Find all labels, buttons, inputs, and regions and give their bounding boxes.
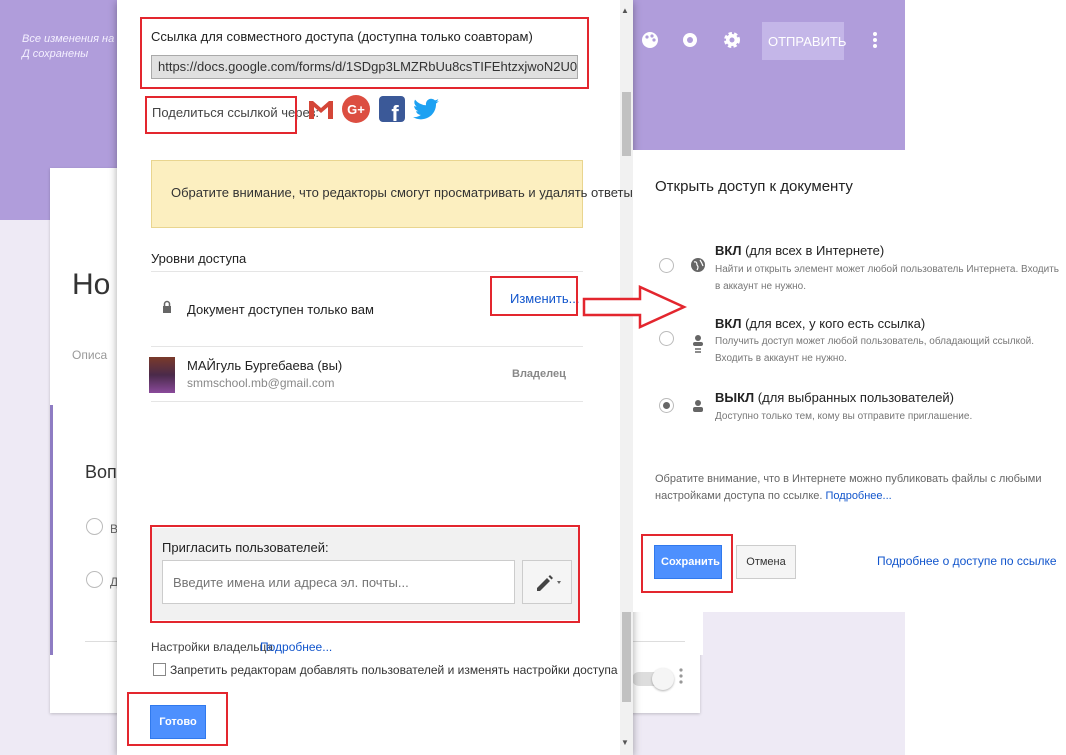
globe-icon <box>690 257 706 273</box>
editors-warning-text: Обратите внимание, что редакторы смогут … <box>171 185 633 200</box>
lock-icon <box>160 299 174 315</box>
divider <box>151 401 583 402</box>
user-role: Владелец <box>512 368 566 380</box>
send-button[interactable]: ОТПРАВИТЬ <box>762 22 846 60</box>
facebook-icon[interactable]: f <box>377 94 407 126</box>
scrollbar-thumb[interactable] <box>622 92 631 156</box>
link-option-desc: Входить в аккаунт не нужно. <box>715 353 847 364</box>
public-option-desc: в аккаунт не нужно. <box>715 281 807 292</box>
annotation-box-done <box>127 692 228 746</box>
user-name: МАЙгуль Бургебаева (вы) <box>187 358 343 373</box>
more-vert-icon[interactable] <box>872 30 878 56</box>
owner-settings-more-link[interactable]: Подробнее... <box>260 640 332 654</box>
question-title[interactable]: Воп <box>85 462 117 483</box>
gear-icon[interactable] <box>722 30 742 56</box>
specific-people-radio[interactable] <box>659 398 674 413</box>
annotation-box-share-via <box>145 96 297 134</box>
link-option-desc: Получить доступ может любой пользователь… <box>715 336 1035 347</box>
publish-note: Обратите внимание, что в Интернете можно… <box>655 473 1042 502</box>
dialog-title: Открыть доступ к документу <box>655 178 853 195</box>
annotation-box-change <box>490 276 578 316</box>
svg-text:G+: G+ <box>347 102 365 117</box>
form-title[interactable]: Но <box>72 268 110 302</box>
link-sharing-help-link[interactable]: Подробнее о доступе по ссылке <box>877 554 1057 568</box>
public-option-title: ВКЛ (для всех в Интернете) <box>715 243 885 258</box>
user-email: smmschool.mb@gmail.com <box>187 376 335 390</box>
access-current: Документ доступен только вам <box>187 302 374 317</box>
option-radio[interactable] <box>86 518 103 535</box>
saved-status: Все изменения на Д сохранены <box>22 33 115 60</box>
public-radio[interactable] <box>659 258 674 273</box>
form-description[interactable]: Описа <box>72 348 107 362</box>
person-icon <box>690 398 706 414</box>
eye-icon[interactable] <box>680 30 700 56</box>
avatar <box>149 357 175 393</box>
access-levels-label: Уровни доступа <box>151 251 247 266</box>
annotation-box-link <box>140 17 589 89</box>
scroll-up-icon[interactable]: ▲ <box>621 6 629 15</box>
google-plus-icon[interactable]: G+ <box>341 94 371 124</box>
scroll-down-icon[interactable]: ▼ <box>621 738 629 747</box>
annotation-box-invite <box>150 525 580 623</box>
option-radio[interactable] <box>86 571 103 588</box>
annotation-arrow <box>580 283 690 338</box>
person-link-icon <box>690 334 706 353</box>
divider <box>151 346 583 347</box>
restrict-editors-checkbox[interactable] <box>153 663 166 676</box>
more-vert-icon[interactable] <box>678 666 684 691</box>
svg-text:f: f <box>391 101 399 124</box>
palette-icon[interactable] <box>640 30 660 56</box>
restrict-editors-label: Запретить редакторам добавлять пользоват… <box>170 663 618 677</box>
toggle-knob[interactable] <box>652 668 674 690</box>
link-option-title: ВКЛ (для всех, у кого есть ссылка) <box>715 316 926 331</box>
twitter-icon[interactable] <box>412 94 442 124</box>
annotation-box-save <box>641 534 733 593</box>
public-option-desc: Найти и открыть элемент может любой поль… <box>715 264 1060 275</box>
gmail-icon[interactable] <box>306 94 336 124</box>
owner-settings-label: Настройки владельца <box>151 640 274 654</box>
divider <box>151 271 583 272</box>
scrollbar-thumb[interactable] <box>622 612 631 702</box>
restricted-option-title: ВЫКЛ (для выбранных пользователей) <box>715 390 955 405</box>
cancel-button[interactable]: Отмена <box>736 545 796 579</box>
publish-note-more-link[interactable]: Подробнее... <box>826 490 892 502</box>
restricted-option-desc: Доступно только тем, кому вы отправите п… <box>715 411 973 422</box>
